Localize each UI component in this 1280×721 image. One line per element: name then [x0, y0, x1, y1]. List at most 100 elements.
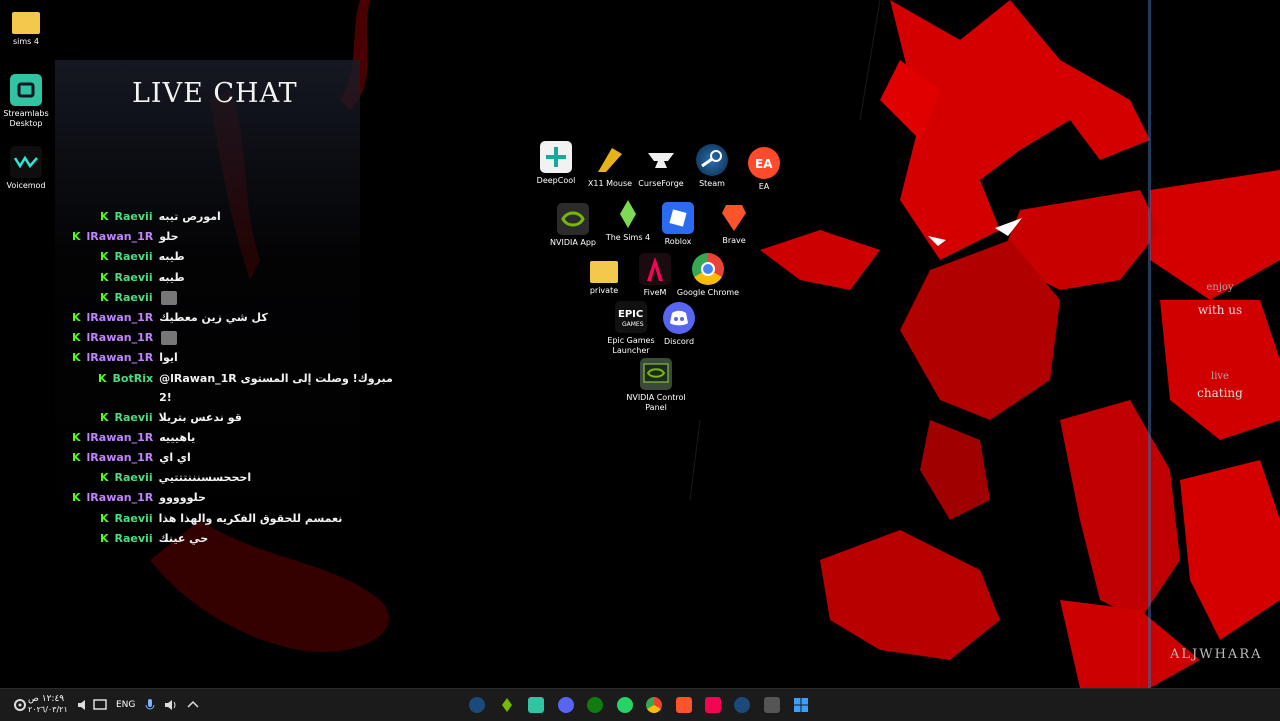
desktop-icon-voicemod[interactable]: Voicemod	[0, 146, 52, 191]
kick-icon: K	[72, 451, 81, 464]
chat-text: طيبه	[158, 250, 185, 263]
chat-message: K lRawan_1R كل شي زين معطيك	[72, 311, 268, 325]
desktop-icon-label: Brave	[722, 236, 746, 245]
whatsapp-icon[interactable]	[617, 697, 633, 713]
desktop-icon-label: Voicemod	[6, 181, 46, 190]
live-chat-panel	[55, 60, 360, 560]
streamlabs-icon[interactable]	[528, 697, 544, 713]
chat-message: K Raevii	[100, 291, 177, 305]
desktop-icon-roblox[interactable]: Roblox	[646, 202, 710, 247]
steam-icon[interactable]	[734, 697, 750, 713]
chat-message: K Raevii حي عينك	[100, 532, 208, 546]
desktop-icon-label: Streamlabs Desktop	[3, 109, 49, 128]
svg-text:EPIC: EPIC	[618, 309, 643, 320]
emote-image	[160, 291, 177, 305]
kick-icon: K	[100, 210, 109, 223]
chat-username: lRawan_1R	[86, 230, 154, 243]
streamlabs-icon	[10, 74, 42, 106]
overlay-chating-text: chating	[1197, 386, 1243, 400]
microphone-icon[interactable]	[142, 697, 158, 713]
taskbar-time[interactable]: ١٢:٤٩ ص	[28, 694, 64, 704]
desktop-icon-label: Roblox	[664, 237, 692, 246]
chat-username: lRawan_1R	[86, 351, 154, 364]
chat-text: @lRawan_1R مبروك! وصلت إلى المستوى	[159, 372, 393, 385]
kick-icon: K	[100, 532, 109, 545]
roblox-icon	[662, 202, 694, 234]
windows-start-icon[interactable]	[793, 697, 809, 713]
overlay-live-text: live	[1211, 371, 1229, 382]
desktop-icon-ea[interactable]: EA EA	[732, 147, 796, 192]
chat-message: K lRawan_1R حلو	[72, 230, 179, 244]
curseforge-icon	[645, 144, 677, 176]
kick-icon: K	[100, 411, 109, 424]
chat-message: K lRawan_1R ياهيييه	[72, 431, 195, 445]
chat-message: K lRawan_1R ايوا	[72, 351, 178, 365]
settings-icon[interactable]	[12, 697, 28, 713]
chrome-icon[interactable]	[646, 697, 662, 713]
unity-icon[interactable]	[764, 697, 780, 713]
chat-message: K lRawan_1R اي اي	[72, 451, 191, 465]
chat-text: حلو	[159, 230, 179, 243]
desktop-icon-google-chrome[interactable]: Google Chrome	[676, 253, 740, 298]
kick-icon: K	[72, 311, 81, 324]
chat-text: نعمسم للحقوق الفكريه والهذا هذا	[158, 512, 343, 525]
svg-text:EA: EA	[755, 157, 773, 171]
chat-message: K lRawan_1R	[72, 331, 178, 345]
chat-message: K Raevii امورص تيبه	[100, 210, 221, 224]
chat-text: ياهيييه	[159, 431, 196, 444]
language-indicator[interactable]: ENG	[116, 700, 135, 710]
chat-message: K Raevii طيبه	[100, 271, 185, 285]
steam-icon[interactable]	[469, 697, 485, 713]
desktop-icon-nvidia-control-panel[interactable]: NVIDIA Control Panel	[624, 358, 688, 413]
kick-icon: K	[72, 331, 81, 344]
taskbar-date[interactable]: ٢٠٢٦/٠٣/٢١	[28, 705, 68, 714]
ea-icon: EA	[748, 147, 780, 179]
overlay-with-us-text: with us	[1197, 303, 1243, 317]
voicemod-icon	[10, 146, 42, 178]
kick-icon: K	[100, 250, 109, 263]
kick-icon: K	[72, 351, 81, 364]
chat-title: LIVE CHAT	[132, 78, 298, 109]
chat-username: Raevii	[114, 210, 153, 223]
speaker-icon[interactable]	[163, 697, 179, 713]
desktop-icon-discord[interactable]: Discord	[647, 302, 711, 347]
display-icon[interactable]	[92, 697, 108, 713]
chat-username: Raevii	[114, 471, 153, 484]
discord-icon[interactable]	[558, 697, 574, 713]
volume-mute-icon[interactable]	[76, 697, 92, 713]
chat-text: طيبه	[158, 271, 185, 284]
desktop-icon-brave[interactable]: Brave	[702, 201, 766, 246]
chat-username: lRawan_1R	[86, 331, 154, 344]
epic-icon: EPIC GAMES	[615, 301, 647, 333]
desktop-icon-sims4-folder[interactable]: sims 4	[0, 8, 52, 47]
kick-icon: K	[98, 372, 107, 385]
chat-username: Raevii	[114, 512, 153, 525]
sims-icon	[612, 198, 644, 230]
nvidia-icon[interactable]	[499, 697, 515, 713]
fivem-icon[interactable]	[705, 697, 721, 713]
chat-message: K BotRix @lRawan_1R مبروك! وصلت إلى المس…	[98, 372, 393, 405]
nvidia-icon	[557, 203, 589, 235]
desktop-icon-label: sims 4	[13, 37, 39, 46]
chat-username: lRawan_1R	[86, 431, 154, 444]
chat-username: Raevii	[114, 250, 153, 263]
fivem-icon	[639, 253, 671, 285]
desktop-icon-label: NVIDIA Control Panel	[626, 393, 686, 412]
svg-text:GAMES: GAMES	[622, 321, 644, 328]
desktop-icon-streamlabs[interactable]: Streamlabs Desktop	[0, 74, 52, 129]
chat-username: Raevii	[114, 271, 153, 284]
chat-message: K lRawan_1R حلووووو	[72, 491, 206, 505]
chat-text: احححسسنننتتتيي	[158, 471, 252, 484]
chat-message: K Raevii احححسسنننتتتيي	[100, 471, 251, 485]
xbox-icon[interactable]	[587, 697, 603, 713]
chat-text: قو ندعس بتريلا	[158, 411, 242, 424]
chat-text: كل شي زين معطيك	[159, 311, 268, 324]
chat-username: lRawan_1R	[86, 311, 154, 324]
brave-icon[interactable]	[676, 697, 692, 713]
chat-username: Raevii	[114, 532, 153, 545]
kick-icon: K	[100, 271, 109, 284]
chevron-up-icon[interactable]	[185, 697, 201, 713]
desktop-icon-label: EA	[758, 182, 770, 191]
brave-icon	[718, 201, 750, 233]
emote-image	[161, 331, 178, 345]
